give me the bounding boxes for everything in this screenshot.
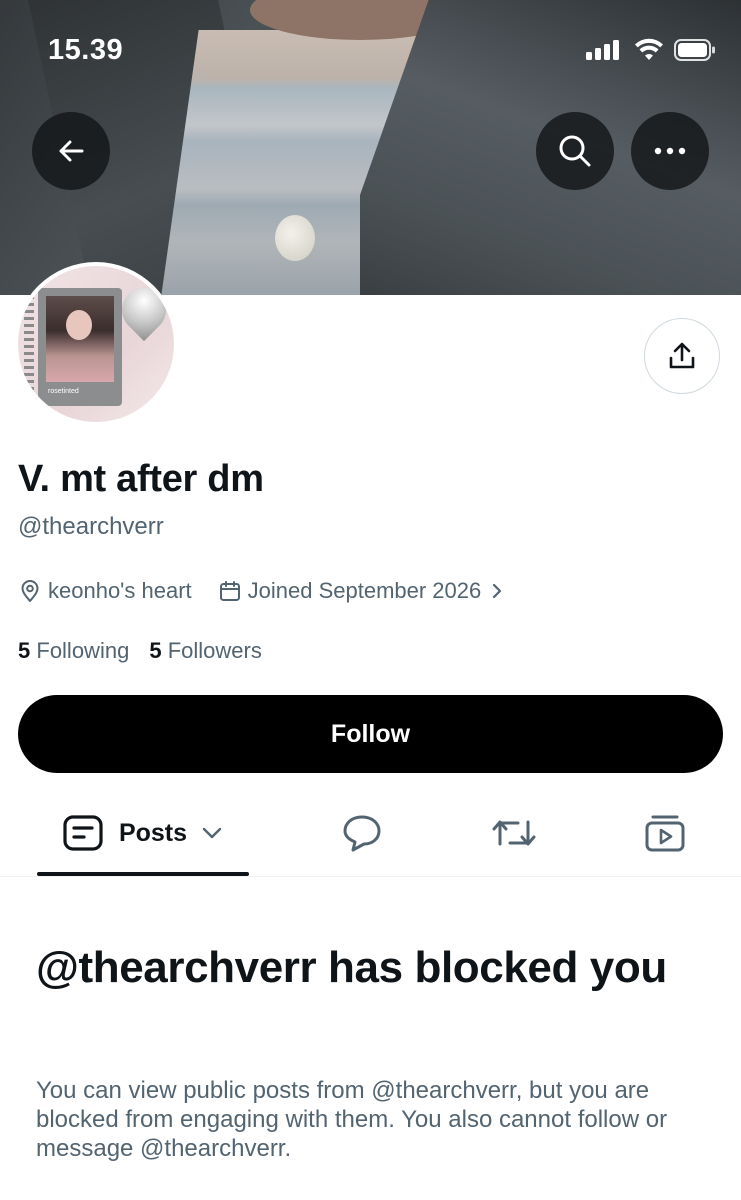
- battery-icon: [674, 39, 715, 61]
- back-button[interactable]: [32, 112, 110, 190]
- following-count: 5: [18, 638, 31, 663]
- chevron-right-icon: [493, 583, 502, 599]
- profile-location-text: keonho's heart: [48, 578, 192, 603]
- tab-posts-label: Posts: [118, 818, 188, 847]
- blocked-message: You can view public posts from @thearchv…: [36, 1077, 668, 1162]
- share-button[interactable]: [644, 318, 720, 394]
- back-arrow-icon: [59, 140, 84, 162]
- tab-active-indicator: [37, 872, 249, 876]
- search-button[interactable]: [536, 112, 614, 190]
- tab-media[interactable]: [625, 790, 705, 876]
- profile-name: V. mt after dm: [18, 458, 264, 500]
- following-link[interactable]: 5 Following: [18, 638, 129, 664]
- cellular-signal-icon: [586, 40, 619, 60]
- tab-posts[interactable]: Posts: [37, 790, 249, 876]
- repost-icon: [492, 820, 536, 846]
- followers-count: 5: [149, 638, 162, 663]
- replies-bubble-icon: [343, 815, 381, 852]
- status-time: 15.39: [48, 34, 124, 66]
- avatar-image: rosetinted: [18, 266, 174, 422]
- profile-handle: @thearchverr: [18, 513, 164, 540]
- more-options-button[interactable]: [631, 112, 709, 190]
- avatar-face: [66, 310, 92, 340]
- follow-button[interactable]: Follow: [18, 695, 723, 773]
- chevron-down-icon: [202, 827, 222, 839]
- tab-reposts[interactable]: [474, 790, 554, 876]
- avatar-caption: rosetinted: [48, 388, 79, 395]
- profile-joined-text: Joined September 2026: [247, 578, 482, 603]
- more-options-icon: [654, 147, 686, 155]
- media-video-icon: [645, 815, 685, 852]
- following-label: Following: [36, 638, 130, 663]
- profile-joined[interactable]: Joined September 2026: [218, 578, 506, 604]
- avatar[interactable]: rosetinted: [14, 262, 178, 426]
- blocked-title: @thearchverr has blocked you: [36, 943, 667, 992]
- location-pin-icon: [21, 580, 39, 602]
- calendar-icon: [219, 581, 240, 601]
- profile-tabs: Posts: [0, 790, 741, 877]
- wifi-icon: [635, 38, 663, 60]
- posts-icon: [63, 815, 103, 851]
- followers-link[interactable]: 5 Followers: [149, 638, 262, 664]
- profile-meta: keonho's heart Joined September 2026: [18, 578, 505, 604]
- avatar-notebook-spiral: [24, 296, 34, 396]
- status-bar: 15.39: [0, 0, 741, 100]
- banner-photo-region: [275, 215, 315, 261]
- profile-location: keonho's heart: [18, 578, 192, 604]
- share-icon: [669, 342, 695, 369]
- tab-replies[interactable]: [322, 790, 402, 876]
- followers-label: Followers: [167, 638, 262, 663]
- search-icon: [559, 135, 591, 167]
- follow-counts: 5 Following 5 Followers: [18, 638, 262, 664]
